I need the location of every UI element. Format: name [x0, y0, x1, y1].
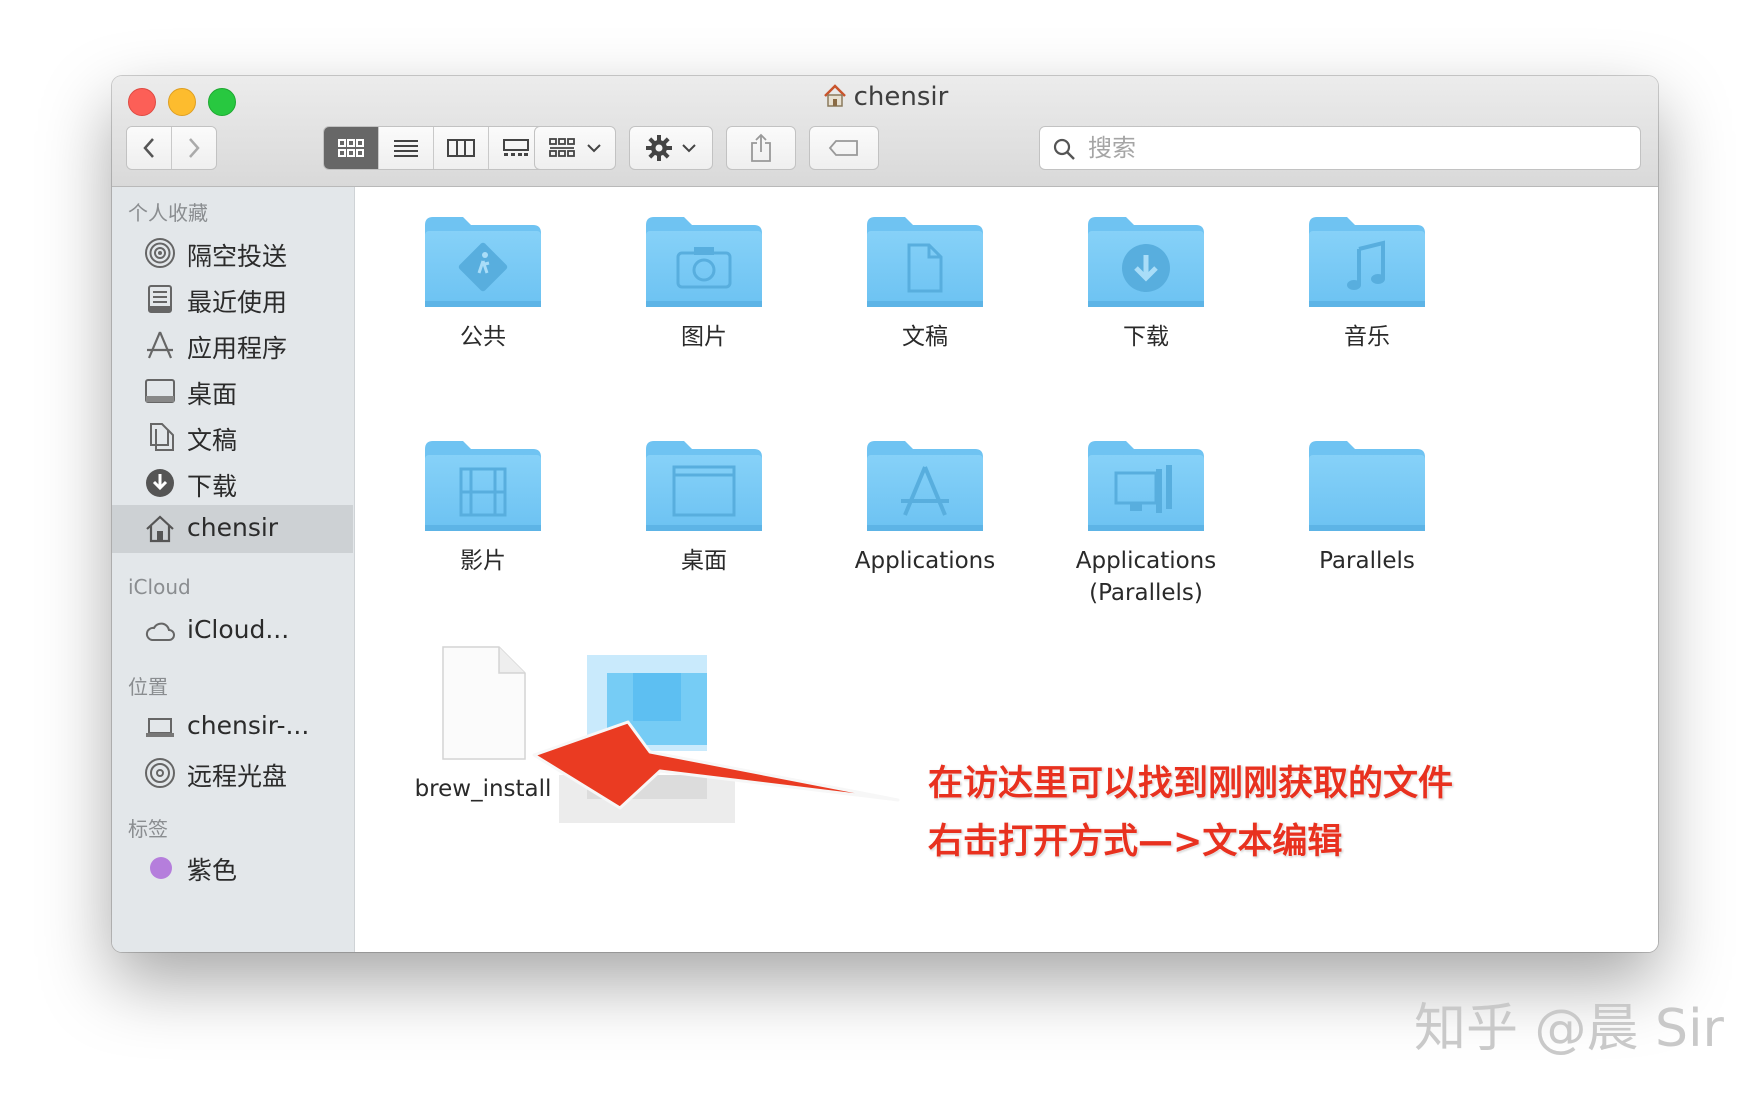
red-arrow-icon — [532, 720, 900, 810]
annotation-line-1: 在访达里可以找到刚刚获取的文件 — [928, 764, 1454, 804]
watermark: 知乎 @晨 Sir — [1414, 999, 1724, 1059]
annotation-line-2: 右击打开方式—>文本编辑 — [928, 822, 1343, 862]
annotation-arrow-overlay — [532, 720, 900, 810]
